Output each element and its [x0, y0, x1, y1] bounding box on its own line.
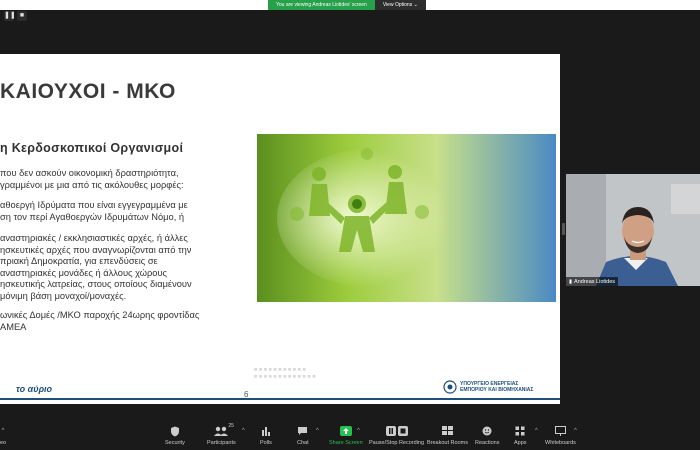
security-label: Security	[165, 440, 185, 446]
toolbar-breakout-rooms[interactable]: Breakout Rooms	[427, 425, 468, 446]
chevron-up-icon[interactable]: ^	[316, 428, 319, 434]
shared-slide: ΚΑΙΟΥΧΟΙ - ΜΚΟ η Κερδοσκοπικοί Οργανισμο…	[0, 54, 560, 404]
slide-paragraph: αναστηριακές / εκκλησιαστικές αρχές, ή ά…	[0, 233, 192, 302]
pause-icon[interactable]: ❚❚	[4, 11, 16, 21]
text-line: αθοεργή Ιδρύματα που είναι εγγεγραμμένα …	[0, 200, 188, 210]
ministry-logo: ΥΠΟΥΡΓΕΙΟ ΕΝΕΡΓΕΙΑΣ ΕΜΠΟΡΙΟΥ ΚΑΙ ΒΙΟΜΗΧΑ…	[443, 380, 533, 394]
meeting-toolbar: ^ eo Security 25 Participants ^ Polls Ch…	[0, 422, 700, 450]
window-controls: ❚❚ ■	[4, 11, 27, 21]
text-line: ωνικές Δομές /ΜΚΟ παροχής 24ωρης φροντίδ…	[0, 310, 200, 320]
share-screen-label: Share Screen	[329, 440, 363, 446]
toolbar-recording[interactable]: Pause/Stop Recording	[369, 425, 424, 446]
chevron-up-icon[interactable]: ^	[574, 428, 577, 434]
community-people-image	[257, 134, 556, 302]
recording-icon	[385, 426, 408, 436]
whiteboard-icon	[554, 426, 566, 436]
toolbar-apps[interactable]: Apps	[514, 425, 527, 446]
slide-title: ΚΑΙΟΥΧΟΙ - ΜΚΟ	[0, 80, 176, 103]
view-options-button[interactable]: View Options ⌄	[374, 0, 426, 10]
polls-label: Polls	[260, 440, 272, 446]
toolbar-participants[interactable]: 25 Participants	[207, 423, 236, 446]
ministry-emblem-icon	[443, 380, 457, 394]
share-banner-message: You are viewing Andreas Liotides' screen	[268, 0, 375, 10]
text-line: αναστηριακές μονάδες ή άλλους χώρους	[0, 267, 168, 278]
chevron-up-icon: ^	[1, 428, 5, 434]
shield-icon	[170, 426, 179, 436]
whiteboards-label: Whiteboards	[545, 440, 576, 446]
text-line: μόνιμη βάση μοναχοί/μοναχές.	[0, 290, 127, 301]
participant-video	[566, 174, 700, 286]
breakout-rooms-icon	[441, 426, 453, 435]
left-toolbar-fragment[interactable]: ^ eo	[0, 425, 6, 446]
faded-footer-text: ■ ■ ■ ■ ■ ■ ■ ■ ■ ■ ■ ■ ■ ■ ■ ■ ■ ■ ■ ■ …	[254, 367, 316, 380]
text-line: ησκευτικές αρχές που αναγνωρίζονται από …	[0, 244, 192, 255]
apps-icon	[515, 426, 525, 436]
slide-paragraph: που δεν ασκούν οικονομική δραστηριότητα,…	[0, 168, 184, 191]
slide-paragraph: ωνικές Δομές /ΜΚΟ παροχής 24ωρης φροντίδ…	[0, 310, 199, 333]
apps-label: Apps	[514, 440, 527, 446]
logo-line: ΕΜΠΟΡΙΟΥ ΚΑΙ ΒΙΟΜΗΧΑΝΙΑΣ	[460, 387, 534, 393]
chevron-up-icon[interactable]: ^	[535, 428, 538, 434]
reactions-icon	[482, 426, 492, 436]
view-options-label: View Options	[382, 2, 413, 8]
toolbar-security[interactable]: Security	[165, 425, 185, 446]
recording-label: Pause/Stop Recording	[369, 440, 425, 446]
chat-icon	[298, 427, 308, 435]
panel-resize-handle[interactable]	[562, 223, 565, 235]
participant-name-label: ▮ Andreas Liotides	[566, 277, 619, 286]
text-line: αναστηριακές / εκκλησιαστικές αρχές, ή ά…	[0, 233, 188, 243]
polls-icon	[261, 427, 270, 436]
toolbar-polls[interactable]: Polls	[260, 425, 272, 446]
toolbar-whiteboards[interactable]: Whiteboards	[545, 425, 576, 446]
chevron-up-icon[interactable]: ^	[242, 428, 245, 434]
toolbar-reactions[interactable]: Reactions	[475, 425, 499, 446]
footer-divider	[0, 398, 560, 400]
text-line: ση τον περί Αγαθοεργών Ιδρυμάτων Νόμο, ή	[0, 211, 185, 222]
participant-video-tile[interactable]	[566, 174, 700, 286]
chevron-down-icon: ⌄	[413, 2, 418, 8]
slide-paragraph: αθοεργή Ιδρύματα που είναι εγγεγραμμένα …	[0, 200, 188, 223]
chat-label: Chat	[297, 440, 309, 446]
breakout-rooms-label: Breakout Rooms	[427, 440, 468, 446]
stop-icon[interactable]: ■	[17, 11, 27, 21]
text-line: ΑΜΕΑ	[0, 321, 27, 332]
participants-icon	[214, 426, 229, 436]
participant-name: Andreas Liotides	[574, 278, 616, 285]
chevron-up-icon[interactable]: ^	[357, 428, 360, 434]
signal-icon: ▮	[569, 278, 573, 285]
slide-subtitle: η Κερδοσκοπικοί Οργανισμοί	[0, 141, 184, 155]
left-fragment-label: eo	[0, 440, 7, 446]
share-screen-icon	[339, 426, 352, 436]
screen-share-banner: You are viewing Andreas Liotides' screen…	[268, 0, 426, 10]
text-line: πριακή Δημοκρατία, για επενδύσεις σε	[0, 256, 158, 266]
reactions-label: Reactions	[475, 440, 500, 446]
toolbar-chat[interactable]: Chat	[297, 425, 309, 446]
text-line: γραμμένοι με μια από τις ακόλουθες μορφέ…	[0, 179, 184, 190]
participants-label: Participants	[207, 440, 236, 446]
footer-slogan: το αύριο	[16, 384, 53, 394]
text-line: που δεν ασκούν οικονομική δραστηριότητα,	[0, 168, 179, 178]
text-line: ησκευτικής λατρείας, στους οποίους διαμέ…	[0, 279, 192, 289]
participants-count: 25	[228, 423, 234, 429]
